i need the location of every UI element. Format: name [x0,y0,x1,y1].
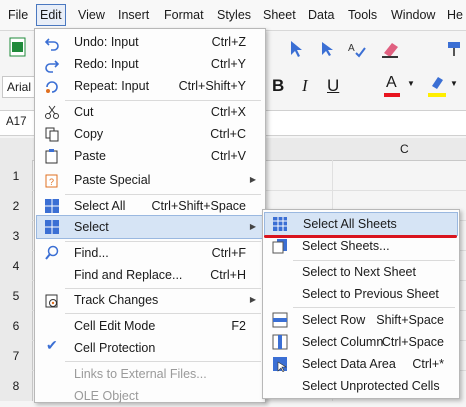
menu-insert[interactable]: Insert [118,6,149,24]
svg-text:A: A [348,43,355,54]
font-name-box[interactable]: Arial [2,76,38,98]
menu-item-cell-protection[interactable]: Cell Protection [36,337,264,359]
menu-item-select-all-sheets[interactable]: Select All Sheets [264,212,458,236]
edit-menu: Undo: Input Ctrl+Z Redo: Input Ctrl+Y Repe… [34,28,266,403]
menu-item-cell-edit-mode[interactable]: Cell Edit Mode F2 [36,315,264,337]
menu-item-select-data-area[interactable]: Select Data Area Ctrl+* [264,353,458,375]
menu-item-select-sheets[interactable]: Select Sheets... [264,235,458,257]
menu-item-select-unprotected-cells[interactable]: Select Unprotected Cells [264,375,458,397]
menu-file[interactable]: File [8,6,28,24]
row-header[interactable]: 2 [0,199,32,213]
font-color-bar [384,93,400,97]
menu-data[interactable]: Data [308,6,334,24]
column-header-c[interactable]: C [400,142,409,156]
menu-window[interactable]: Window [391,6,435,24]
font-color-icon[interactable]: A [386,74,397,92]
menu-item-select[interactable]: Select ▶ [36,215,264,239]
menu-format[interactable]: Format [164,6,204,24]
menu-styles[interactable]: Styles [217,6,251,24]
menu-item-select-previous-sheet[interactable]: Select to Previous Sheet [264,283,458,305]
menu-item-redo[interactable]: Redo: Input Ctrl+Y [36,53,264,75]
menu-item-select-next-sheet[interactable]: Select to Next Sheet [264,261,458,283]
menu-item-find-replace[interactable]: Find and Replace... Ctrl+H [36,264,264,286]
row-header[interactable]: 3 [0,229,32,243]
red-underline-annotation [264,235,457,238]
menu-item-cut[interactable]: Cut Ctrl+X [36,101,264,123]
select-cursor-icon[interactable] [288,39,308,59]
highlight-dropdown-icon[interactable]: ▼ [450,79,458,88]
selection-mode-icon[interactable] [318,39,338,59]
menu-item-copy[interactable]: Copy Ctrl+C [36,123,264,145]
row-header[interactable]: 7 [0,349,32,363]
menu-help[interactable]: He [447,6,463,24]
menu-item-paste-special[interactable]: Paste Special ▶ [36,169,264,191]
menu-item-links-external[interactable]: Links to External Files... [36,363,264,385]
clear-formatting-icon[interactable] [380,39,404,59]
menu-item-paste[interactable]: Paste Ctrl+V [36,145,264,167]
menu-item-ole-object[interactable]: OLE Object [36,385,264,407]
menu-item-select-column[interactable]: Select Column Ctrl+Space [264,331,458,353]
menu-sheet[interactable]: Sheet [263,6,296,24]
row-header[interactable]: 1 [0,169,32,183]
row-header[interactable]: 8 [0,379,32,393]
menu-edit[interactable]: Edit [36,4,66,26]
bold-icon[interactable]: B [272,76,284,96]
menu-tools[interactable]: Tools [348,6,377,24]
spreadsheet-icon[interactable] [9,37,27,57]
row-header[interactable]: 6 [0,319,32,333]
menu-item-select-row[interactable]: Select Row Shift+Space [264,309,458,331]
menu-view[interactable]: View [78,6,105,24]
row-header[interactable]: 4 [0,259,32,273]
select-icon [45,220,59,234]
underline-icon[interactable]: U [327,76,339,96]
clone-formatting-icon[interactable] [444,39,464,59]
row-headers [0,160,33,401]
menu-item-find[interactable]: Find... Ctrl+F [36,242,264,264]
highlight-color-bar [428,93,446,97]
menu-item-undo[interactable]: Undo: Input Ctrl+Z [36,31,264,53]
select-all-sheets-icon [273,217,287,231]
spell-check-icon[interactable]: A [347,39,367,59]
name-box[interactable]: A17 [2,113,36,131]
italic-icon[interactable]: I [302,76,308,96]
row-header[interactable]: 5 [0,289,32,303]
menu-item-repeat[interactable]: Repeat: Input Ctrl+Shift+Y [36,75,264,97]
menu-item-select-all[interactable]: Select All Ctrl+Shift+Space [36,195,264,217]
menu-bar: File Edit View Insert Format Styles Shee… [0,0,466,31]
menu-item-track-changes[interactable]: Track Changes ▶ [36,289,264,311]
font-color-dropdown-icon[interactable]: ▼ [407,79,415,88]
highlight-icon[interactable] [428,74,448,92]
